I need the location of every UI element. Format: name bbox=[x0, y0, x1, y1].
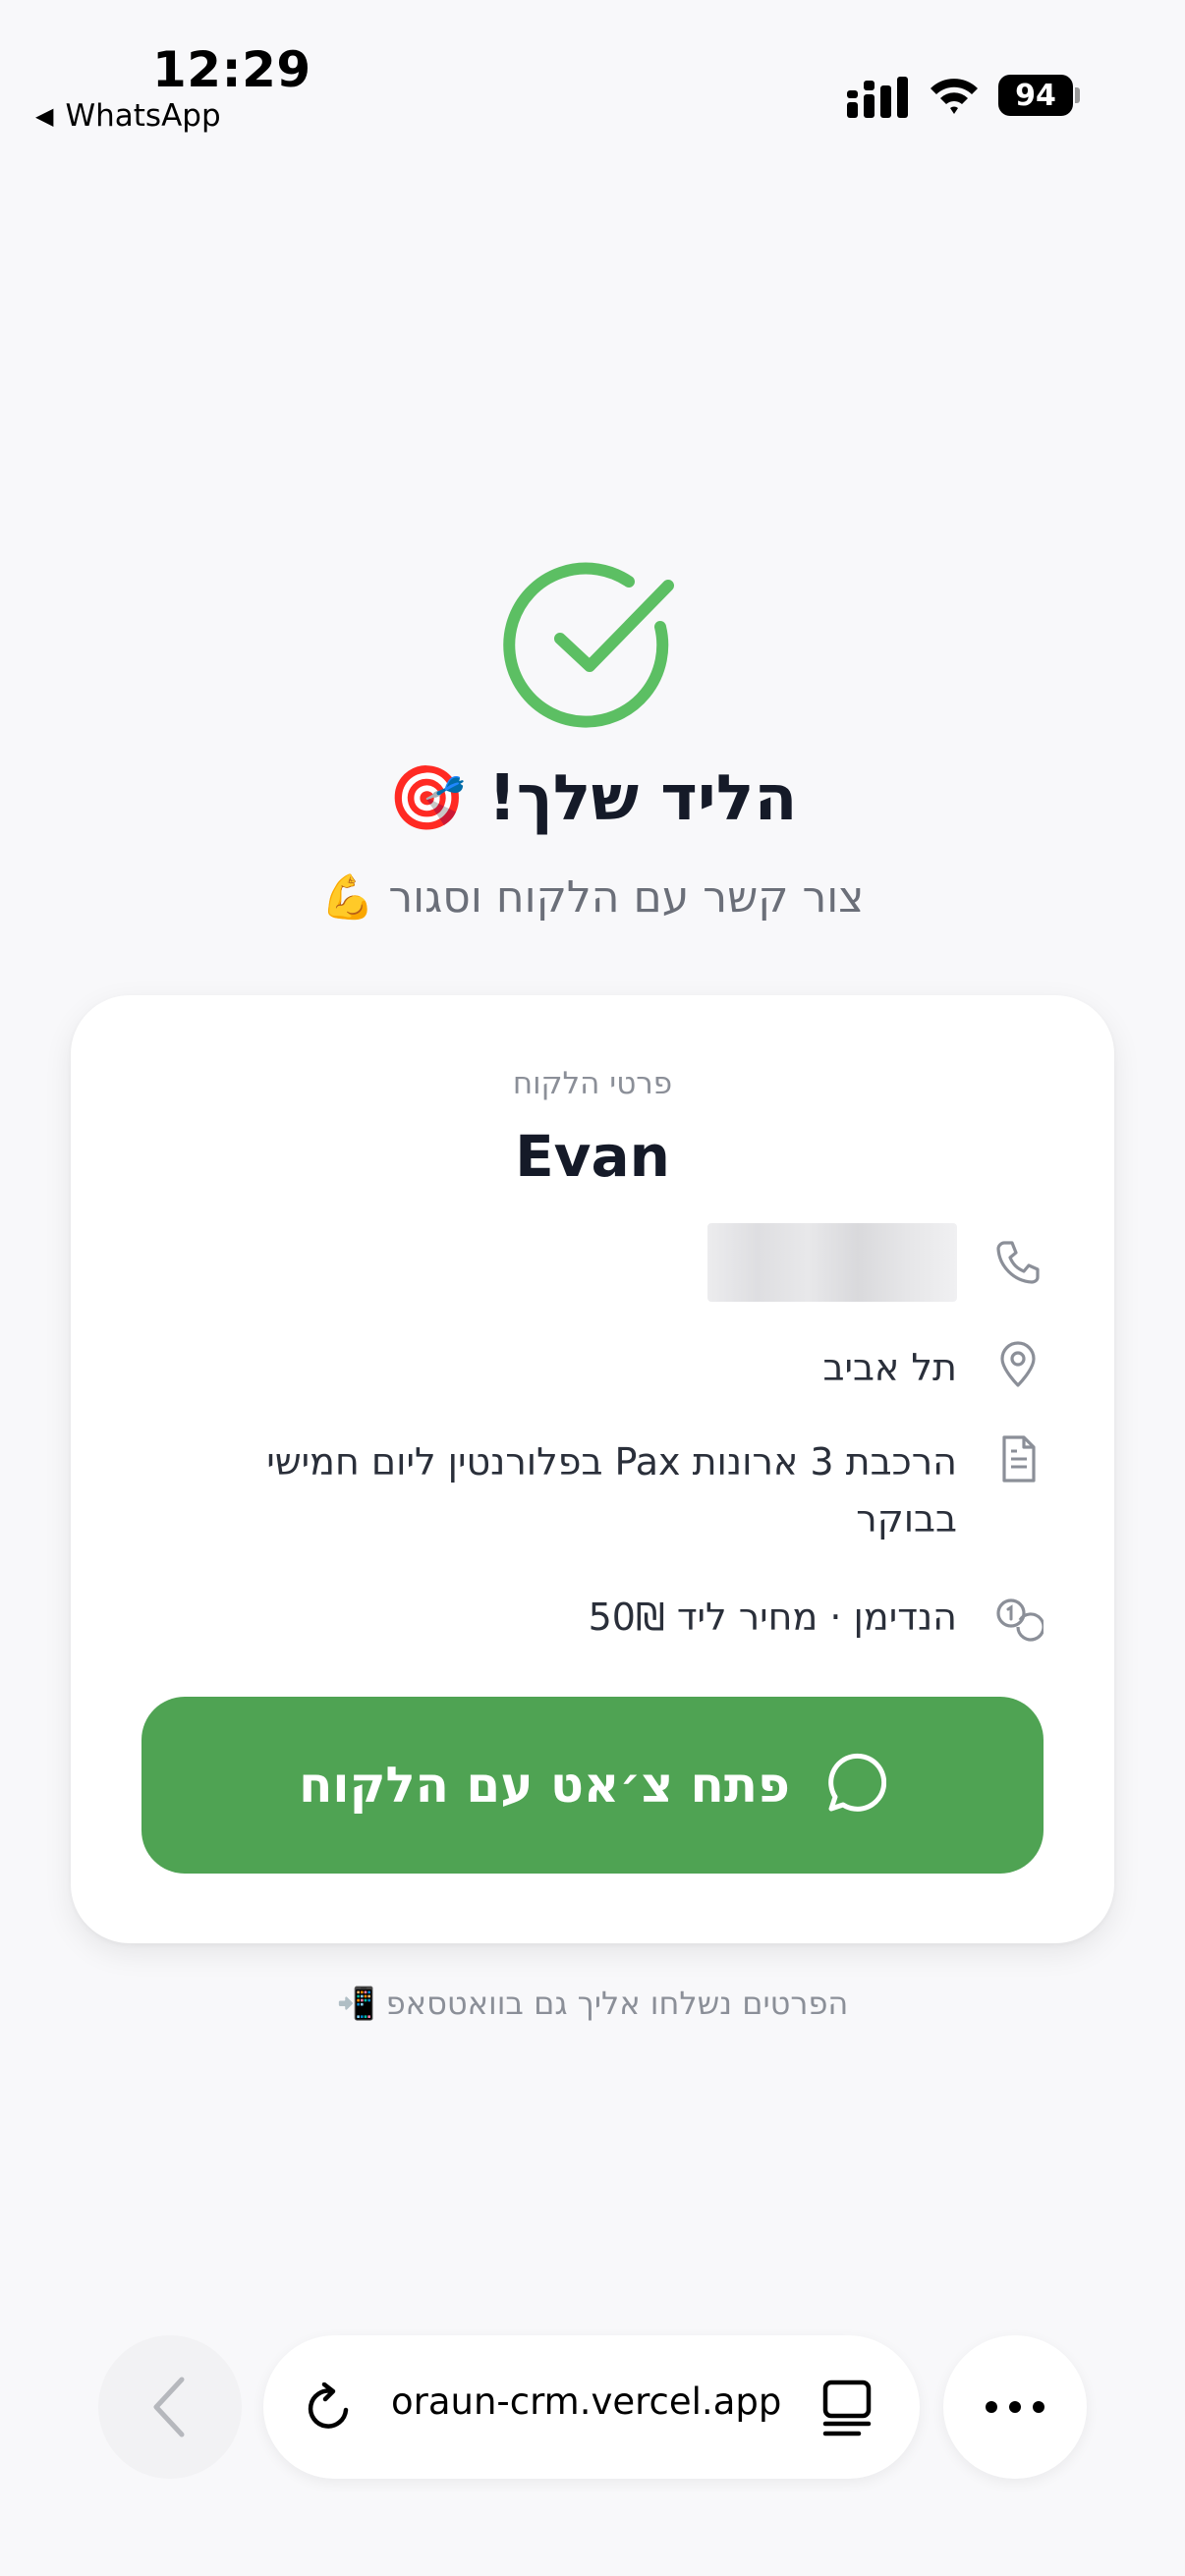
open-chat-button[interactable]: פתח צ׳אט עם הלקוח bbox=[141, 1697, 1044, 1874]
more-icon bbox=[986, 2401, 1044, 2413]
card-label: פרטי הלקוח bbox=[512, 1066, 673, 1101]
chat-bubble-icon bbox=[828, 1753, 886, 1812]
city-row: תל אביב bbox=[823, 1339, 1044, 1396]
job-description: הרכבת 3 ארונות Pax בפלורנטין ליום חמישי … bbox=[266, 1440, 957, 1540]
phone-number-redacted[interactable] bbox=[707, 1223, 957, 1302]
back-arrow-icon: ◀ bbox=[35, 102, 54, 130]
tabs-icon[interactable] bbox=[819, 2379, 875, 2437]
check-circle-icon bbox=[503, 562, 674, 728]
customer-name: Evan bbox=[515, 1123, 670, 1190]
customer-city: תל אביב bbox=[822, 1346, 958, 1389]
location-pin-icon bbox=[1000, 1341, 1036, 1387]
lead-pricing: הנדימן · מחיר ליד 50₪ bbox=[588, 1596, 957, 1639]
page-title: הליד שלך! 🎯 bbox=[387, 762, 798, 835]
status-time: 12:29 bbox=[152, 41, 311, 98]
coins-icon bbox=[996, 1598, 1044, 1642]
lead-success-page: 12:29 ◀ WhatsApp 94 הליד שלך! 🎯 צור קשר … bbox=[0, 0, 1185, 2576]
url-text[interactable]: oraun-crm.vercel.app bbox=[391, 2380, 784, 2423]
phone-row[interactable] bbox=[707, 1223, 1044, 1302]
phone-icon bbox=[996, 1241, 1040, 1284]
customer-details-card: פרטי הלקוח Evan תל אביב הרכבת 3 ארונות P… bbox=[71, 995, 1114, 1943]
reload-icon[interactable] bbox=[303, 2382, 354, 2434]
battery-cap bbox=[1075, 87, 1080, 103]
wifi-icon bbox=[931, 79, 978, 114]
browser-back-button[interactable] bbox=[98, 2335, 242, 2479]
battery-indicator: 94 bbox=[998, 75, 1073, 116]
address-bar[interactable]: oraun-crm.vercel.app bbox=[263, 2335, 920, 2479]
back-app-label: WhatsApp bbox=[65, 98, 221, 134]
document-icon bbox=[1002, 1435, 1036, 1483]
whatsapp-sent-note: הפרטים נשלחו אליך גם בוואטסאפ 📲 bbox=[336, 1985, 849, 2022]
signal-icon bbox=[847, 77, 908, 118]
open-chat-label: פתח צ׳אט עם הלקוח bbox=[299, 1757, 790, 1814]
more-options-button[interactable] bbox=[943, 2335, 1087, 2479]
back-to-app-link[interactable]: ◀ WhatsApp bbox=[35, 98, 221, 134]
description-row: הרכבת 3 ארונות Pax בפלורנטין ליום חמישי … bbox=[171, 1433, 1044, 1547]
chevron-left-icon bbox=[153, 2377, 185, 2437]
pricing-row: הנדימן · מחיר ליד 50₪ bbox=[589, 1589, 1044, 1646]
page-subtitle: צור קשר עם הלקוח וסגור 💪 bbox=[320, 872, 865, 923]
